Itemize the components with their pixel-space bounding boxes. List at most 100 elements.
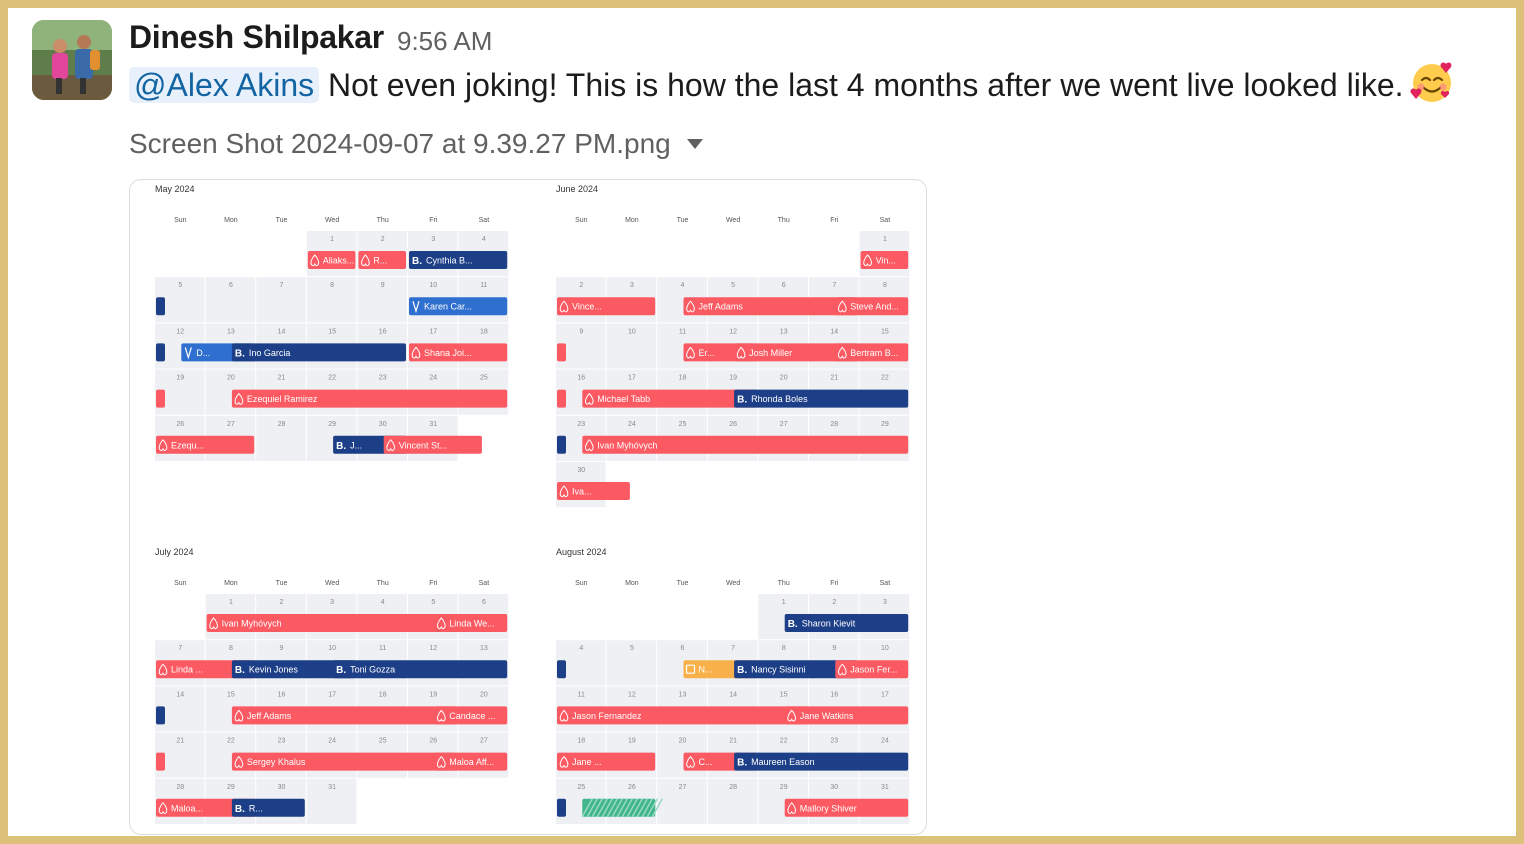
booking-guest-name: R... <box>249 803 263 813</box>
day-number: 31 <box>328 784 336 791</box>
booking-event-booking[interactable] <box>156 706 165 725</box>
day-number: 31 <box>881 784 889 791</box>
booking-event-booking[interactable] <box>557 660 566 679</box>
booking-guest-name: N... <box>699 665 713 675</box>
booking-guest-name: Nancy Sisinni <box>751 665 806 675</box>
day-number: 27 <box>227 421 235 428</box>
weekday-label: Mon <box>625 580 639 587</box>
day-number: 11 <box>480 282 487 289</box>
weekday-label: Tue <box>276 217 288 224</box>
day-number: 6 <box>681 645 685 652</box>
day-number: 31 <box>429 421 437 428</box>
weekday-label: Sat <box>880 217 891 224</box>
booking-event-airbnb[interactable] <box>557 482 630 500</box>
booking-guest-name: Jane Watkins <box>800 711 854 721</box>
month-calendar: August 2024Sun Mon Tue Wed Thu Fri Sat1 2 34 5 6 7 8… <box>556 547 910 824</box>
day-number: 18 <box>679 375 687 382</box>
weekday-label: Thu <box>778 217 790 224</box>
weekday-label: Wed <box>726 580 740 587</box>
booking-guest-name: Jeff Adams <box>699 302 744 312</box>
day-number: 19 <box>628 738 636 745</box>
day-number: 15 <box>227 691 235 698</box>
day-number: 9 <box>832 645 836 652</box>
booking-com-icon: B. <box>336 665 346 676</box>
day-number: 23 <box>379 375 387 382</box>
attachment-header[interactable]: Screen Shot 2024-09-07 at 9.39.27 PM.png <box>129 128 703 160</box>
day-number: 21 <box>830 375 838 382</box>
booking-event-airbnb[interactable] <box>557 389 566 408</box>
weekday-label: Wed <box>325 580 339 587</box>
day-number: 5 <box>178 282 182 289</box>
booking-guest-name: Josh Miller <box>749 348 792 358</box>
booking-guest-name: Sharon Kievit <box>802 619 856 629</box>
booking-event-airbnb[interactable] <box>156 389 165 408</box>
message-timestamp[interactable]: 9:56 AM <box>397 26 492 57</box>
day-number: 3 <box>630 282 634 289</box>
booking-guest-name: Mallory Shiver <box>800 803 857 813</box>
day-number: 7 <box>731 645 735 652</box>
day-number: 14 <box>729 691 737 698</box>
day-number: 28 <box>729 784 737 791</box>
day-number: 16 <box>379 328 387 335</box>
message-author[interactable]: Dinesh Shilpakar <box>129 19 384 56</box>
booking-event-airbnb[interactable] <box>557 343 566 362</box>
booking-guest-name: Michael Tabb <box>597 394 650 404</box>
booking-com-icon: B. <box>737 395 747 406</box>
day-number: 5 <box>630 645 634 652</box>
day-number: 8 <box>883 282 887 289</box>
caret-down-icon[interactable] <box>686 138 703 150</box>
day-number: 7 <box>280 282 284 289</box>
day-number: 15 <box>780 691 788 698</box>
message-body: @Alex Akins Not even joking! This is how… <box>129 59 1454 111</box>
day-number: 12 <box>729 328 737 335</box>
day-number: 19 <box>176 375 184 382</box>
booking-event-booking[interactable] <box>557 435 566 454</box>
day-number: 22 <box>328 375 336 382</box>
booking-event-booking[interactable] <box>557 798 566 817</box>
booking-event-airbnb[interactable] <box>156 752 165 771</box>
weekday-label: Sun <box>575 580 588 587</box>
day-number: 23 <box>278 738 286 745</box>
booking-guest-name: Sergey Khalus <box>247 757 306 767</box>
booking-guest-name: Toni Gozza <box>350 665 395 675</box>
booking-guest-name: Maureen Eason <box>751 757 815 767</box>
weekday-label: Sun <box>174 580 187 587</box>
day-number: 28 <box>176 784 184 791</box>
day-number: 15 <box>328 328 336 335</box>
weekday-label: Wed <box>726 217 740 224</box>
day-number: 22 <box>227 738 235 745</box>
avatar-photo-icon <box>32 20 112 100</box>
booking-event-booking[interactable] <box>156 297 165 316</box>
day-number: 17 <box>628 375 636 382</box>
day-number: 10 <box>628 328 636 335</box>
day-number: 1 <box>782 599 786 606</box>
attachment-filename[interactable]: Screen Shot 2024-09-07 at 9.39.27 PM.png <box>129 128 671 160</box>
booking-com-icon: B. <box>412 256 422 267</box>
day-number: 14 <box>176 691 184 698</box>
weekday-label: Tue <box>677 217 689 224</box>
weekday-label: Fri <box>429 580 438 587</box>
day-number: 5 <box>431 599 435 606</box>
booking-guest-name: Maloa... <box>171 803 203 813</box>
day-number: 4 <box>579 645 583 652</box>
booking-guest-name: Jason Fer... <box>850 665 897 675</box>
day-number: 8 <box>330 282 334 289</box>
day-number: 29 <box>227 784 235 791</box>
attachment-image[interactable]: May 2024 Sun Mon Tue Wed Thu Fri Sat 1 2 3 4 5 6 7 8 9 10… <box>129 179 927 835</box>
user-mention[interactable]: @Alex Akins <box>129 67 320 103</box>
day-number: 10 <box>881 645 889 652</box>
booking-guest-name: Candace ... <box>449 711 495 721</box>
message-frame: Dinesh Shilpakar 9:56 AM @Alex Akins Not… <box>8 8 1516 836</box>
day-number: 19 <box>429 691 437 698</box>
day-number: 8 <box>229 645 233 652</box>
booking-guest-name: Ivan Myhóvych <box>222 619 282 629</box>
month-title: June 2024 <box>556 184 598 194</box>
booking-guest-name: Karen Car... <box>424 302 472 312</box>
day-number: 16 <box>278 691 286 698</box>
avatar[interactable] <box>32 20 112 100</box>
day-number: 25 <box>480 375 488 382</box>
booking-guest-name: Ezequiel Ramirez <box>247 394 318 404</box>
booking-event-booking[interactable] <box>156 343 165 362</box>
day-number: 11 <box>679 328 686 335</box>
booking-guest-name: Steve And... <box>850 302 899 312</box>
